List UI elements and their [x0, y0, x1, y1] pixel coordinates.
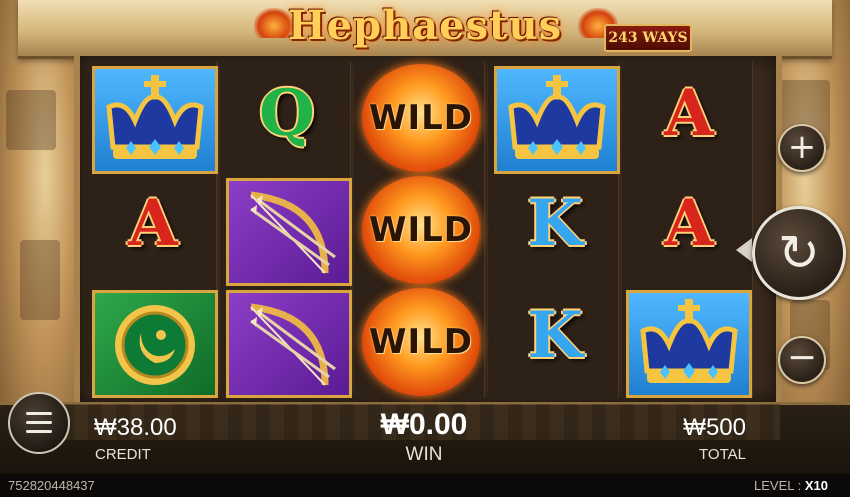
crown-symbol: [494, 66, 620, 174]
wild-symbol: WILD: [358, 64, 484, 172]
credit-value: ₩38.00: [94, 414, 177, 441]
crown-icon: [640, 299, 738, 383]
win-label: WIN: [405, 444, 443, 465]
plus-icon: +: [787, 127, 817, 167]
game-logo: Hephaestus: [287, 2, 563, 49]
title-bar: Hephaestus 243 WAYS: [18, 0, 832, 59]
wild-symbol: WILD: [358, 176, 484, 284]
bow-arrows-icon: [250, 303, 336, 386]
letter-k-symbol: K: [527, 186, 583, 261]
level-indicator: LEVEL : X10: [754, 478, 828, 493]
menu-button[interactable]: [8, 392, 70, 454]
total-bet-label: TOTAL: [699, 446, 746, 463]
letter-k-symbol: K: [527, 298, 583, 373]
crown-symbol: [92, 66, 218, 174]
round-id: 752820448437: [8, 478, 95, 493]
level-value: X10: [804, 478, 828, 493]
refresh-icon: ↻: [778, 224, 820, 282]
crown-icon: [508, 75, 606, 159]
minus-icon: −: [786, 337, 818, 378]
wild-symbol: WILD: [358, 288, 484, 396]
crown-symbol: [626, 290, 752, 398]
bow-symbol: [226, 178, 352, 286]
ways-badge: 243 WAYS: [604, 24, 692, 52]
level-label: LEVEL :: [754, 478, 802, 493]
letter-a-symbol: A: [128, 186, 178, 261]
bet-decrease-button[interactable]: −: [778, 336, 826, 384]
bet-increase-button[interactable]: +: [778, 124, 826, 172]
letter-a-symbol: A: [664, 186, 714, 261]
bow-arrows-icon: [250, 191, 336, 274]
win-value: ₩0.00: [380, 408, 468, 441]
credit-label: CREDIT: [95, 446, 151, 463]
letter-q-symbol: Q: [259, 76, 315, 151]
shield-icon: [115, 305, 195, 385]
hamburger-icon: [26, 412, 52, 415]
spin-button[interactable]: ↻: [752, 206, 846, 300]
reel-grid: A Q WILD WILD WILD K K A A: [86, 62, 756, 398]
letter-a-symbol: A: [664, 76, 714, 151]
bow-symbol: [226, 290, 352, 398]
shield-symbol: [92, 290, 218, 398]
spin-pointer-icon: [736, 238, 752, 262]
total-bet-value[interactable]: ₩500: [664, 414, 746, 442]
crown-icon: [106, 75, 204, 159]
footer-bar: 752820448437 LEVEL : X10: [0, 474, 850, 497]
